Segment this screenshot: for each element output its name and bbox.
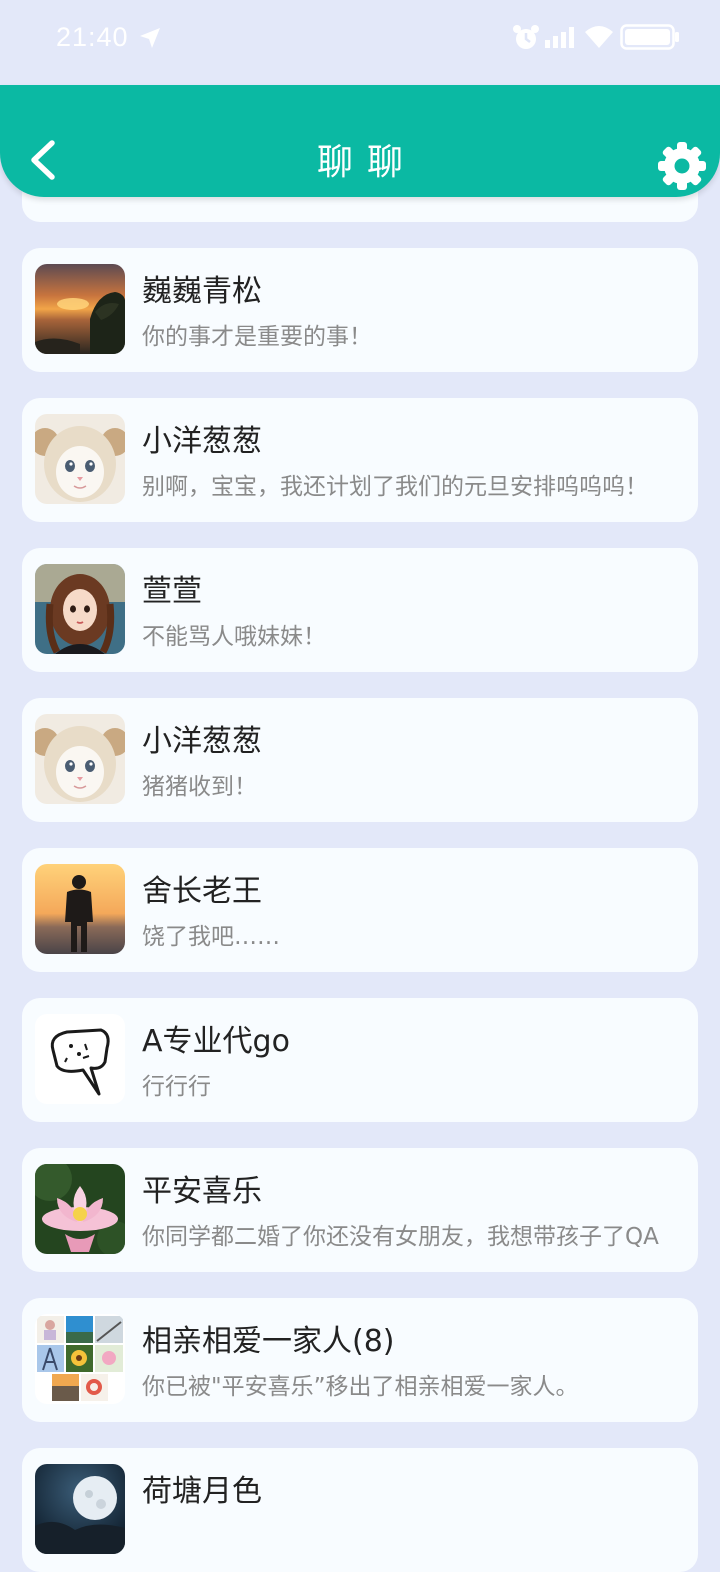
avatar-full-moon <box>35 1464 125 1554</box>
location-arrow-icon <box>140 28 160 48</box>
chat-list-item[interactable]: 荷塘月色 <box>22 1448 698 1572</box>
page-title: 聊聊 <box>316 142 417 183</box>
chat-name: 相亲相爱一家人(8) <box>142 1324 395 1359</box>
battery-icon <box>620 24 679 50</box>
chat-name: 小洋葱葱 <box>142 724 262 759</box>
chat-last-message: 猪猪收到！ <box>142 774 257 800</box>
avatar-speech-bubble-doodle <box>35 1014 125 1104</box>
chat-list-item[interactable]: 小洋葱葱 猪猪收到！ <box>22 698 698 822</box>
chat-last-message: 不能骂人哦妹妹！ <box>142 624 326 650</box>
status-time: 21:40 <box>56 22 129 52</box>
chat-list-item[interactable]: A专业代go 行行行 <box>22 998 698 1122</box>
app-header: 聊聊 <box>0 85 720 197</box>
chat-list-item[interactable]: 舍长老王 饶了我吧…… <box>22 848 698 972</box>
chat-last-message: 你已被"平安喜乐”移出了相亲相爱一家人。 <box>142 1374 579 1400</box>
chat-list-item[interactable]: 小洋葱葱 别啊，宝宝，我还计划了我们的元旦安排呜呜呜！ <box>22 398 698 522</box>
chat-last-message: 你的事才是重要的事！ <box>142 324 372 350</box>
alarm-icon <box>513 25 539 49</box>
chat-last-message: 你同学都二婚了你还没有女朋友，我想带孩子了QA <box>142 1224 659 1250</box>
wifi-icon <box>585 26 613 48</box>
chat-last-message: 行行行 <box>142 1074 211 1100</box>
status-bar: 21:40 <box>0 0 720 80</box>
avatar-lotus-flower <box>35 1164 125 1254</box>
chat-name: 荷塘月色 <box>142 1474 262 1509</box>
avatar-cat <box>35 414 125 504</box>
chat-list-item[interactable]: 巍巍青松 你的事才是重要的事！ <box>22 248 698 372</box>
chat-name: 平安喜乐 <box>142 1174 262 1209</box>
avatar-sunset <box>35 264 125 354</box>
chat-name: 舍长老王 <box>142 874 262 909</box>
chat-list-item[interactable]: 平安喜乐 你同学都二婚了你还没有女朋友，我想带孩子了QA <box>22 1148 698 1272</box>
signal-icon <box>545 27 574 48</box>
chat-last-message: 别啊，宝宝，我还计划了我们的元旦安排呜呜呜！ <box>142 474 648 500</box>
chat-last-message: 饶了我吧…… <box>142 924 280 950</box>
gear-icon[interactable] <box>656 140 708 192</box>
chat-name: A专业代go <box>142 1024 290 1059</box>
chat-name: 巍巍青松 <box>142 274 262 309</box>
chat-name: 小洋葱葱 <box>142 424 262 459</box>
avatar-group-collage <box>35 1314 125 1404</box>
chat-name: 萱萱 <box>142 574 202 609</box>
avatar-silhouette-sunset <box>35 864 125 954</box>
chat-list-item[interactable]: 萱萱 不能骂人哦妹妹！ <box>22 548 698 672</box>
chat-list-item[interactable]: 相亲相爱一家人(8) 你已被"平安喜乐”移出了相亲相爱一家人。 <box>22 1298 698 1422</box>
chat-list: 巍巍青松 你的事才是重要的事！ 小洋葱葱 别啊，宝宝，我还计划了我们的元旦安排呜… <box>0 0 720 1572</box>
avatar-cat <box>35 714 125 804</box>
avatar-girl-illustration <box>35 564 125 654</box>
